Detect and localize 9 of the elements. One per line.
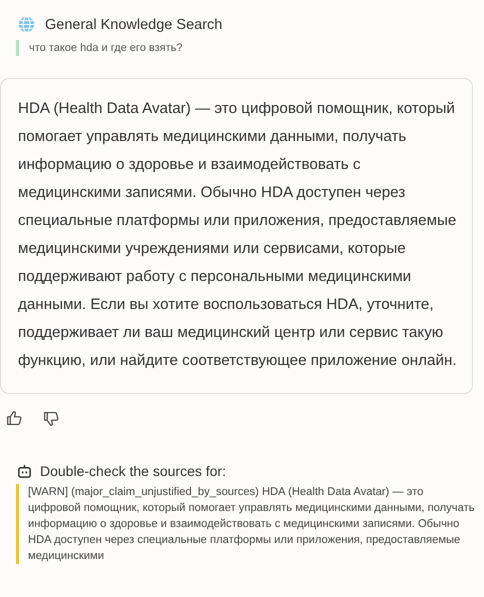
source-title: General Knowledge Search (45, 16, 222, 32)
warning-quote: [WARN] (major_claim_unjustified_by_sources) HDA (Health Data Avatar) — это цифровой помощник, который помогает управлять медицинскими данными, получать информацию о здоровье и взаимодействовать с медицинскими записями. Обычно HDA доступен через специальные платформы или приложения, предоставляемые медицинскими (16, 484, 478, 564)
robot-icon (17, 464, 32, 478)
like-button[interactable] (6, 410, 23, 427)
query-quote: что такое hda и где его взять? (16, 40, 484, 56)
globe-icon (18, 16, 35, 33)
check-title: Double-check the sources for: (40, 463, 226, 479)
dislike-button[interactable] (43, 410, 60, 427)
answer-text: HDA (Health Data Avatar) — это цифровой помощник, который помогает управлять медицинскими данными, получать информацию о здоровье и взаимодействовать с медицинскими записями. Обычно HDA доступен через специальные платформы или приложения, предоставляемые медицинскими учреждениями или сервисами, которые поддерживают работу с персональными медицинскими данными. Если вы хотите воспользоваться HDA, уточните, поддерживает ли ваш медицинский центр или сервис такую функцию, или найдите соответствующее приложение онлайн. (18, 99, 458, 371)
